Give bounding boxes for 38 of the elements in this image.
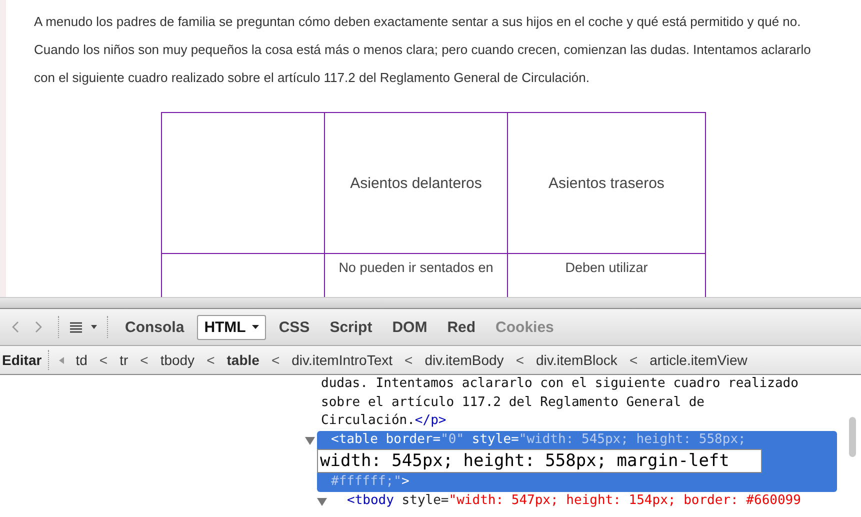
scroll-left-icon[interactable] [58,356,64,364]
panel-tab[interactable]: HTML [197,314,266,340]
code-line[interactable]: Circulación.</p> [305,412,849,430]
breadcrumb-item[interactable]: td [74,352,90,368]
panel-tab[interactable]: Consola [118,314,192,340]
table-header-cell: Asientos traseros [508,112,706,254]
breadcrumb-item[interactable]: div.itemIntroText [290,352,395,368]
panel-splitter[interactable] [0,297,861,309]
breadcrumb-item[interactable]: div.itemBody [422,352,506,368]
inline-edit-field[interactable]: width: 545px; height: 558px; margin-left [317,449,762,473]
code-line[interactable]: sobre el artículo 117.2 del Reglamento General de [305,394,849,412]
breadcrumb-item[interactable]: tbody [158,352,197,368]
code-line[interactable]: dudas. Intentamos aclararlo con el siguiente cuadro realizado [305,375,849,394]
expand-triangle-icon[interactable] [305,436,315,444]
breadcrumb-item[interactable]: article.itemView [648,352,750,368]
panel-tab[interactable]: Script [322,314,380,340]
scrollbar-thumb[interactable] [849,417,856,457]
breadcrumb-separator: < [140,352,148,368]
code-line[interactable]: <tbody style="width: 547px; height: 154px; border: #660099 [331,492,849,510]
edit-button[interactable]: Editar [0,352,48,368]
article-paragraph: A menudo los padres de familia se preguntan cómo deben exactamente sentar a sus hijos en el coche y qué está permitido y qué no. Cuando los niños son muy pequeños la cosa está más o menos clara; pero cuando crecen, comienzan las dudas. Intentamos aclararlo con el siguiente cuadro realizado sobre el artículo 117.2 del Reglamento General de Circulación. [34,13,812,87]
breadcrumb-separator: < [206,352,215,368]
panel-tab[interactable]: Red [440,314,483,340]
caret-icon[interactable] [91,325,97,329]
breadcrumb-separator: < [271,352,280,368]
breadcrumb-item[interactable]: tr [118,352,130,368]
table-header-cell: Asientos delanteros [324,112,508,254]
menu-icon[interactable] [69,321,83,333]
breadcrumb-separator: < [99,352,108,368]
breadcrumb-separator: < [404,352,413,368]
breadcrumb-separator: < [629,352,638,368]
breadcrumb-separator: < [516,352,524,368]
breadcrumb-item[interactable]: table [224,352,262,368]
panel-tab[interactable]: DOM [385,314,434,340]
expand-triangle-icon[interactable] [317,498,327,506]
panel-tab[interactable]: CSS [272,314,317,340]
breadcrumb-item[interactable]: div.itemBlock [534,352,620,368]
caret-icon [252,325,259,329]
